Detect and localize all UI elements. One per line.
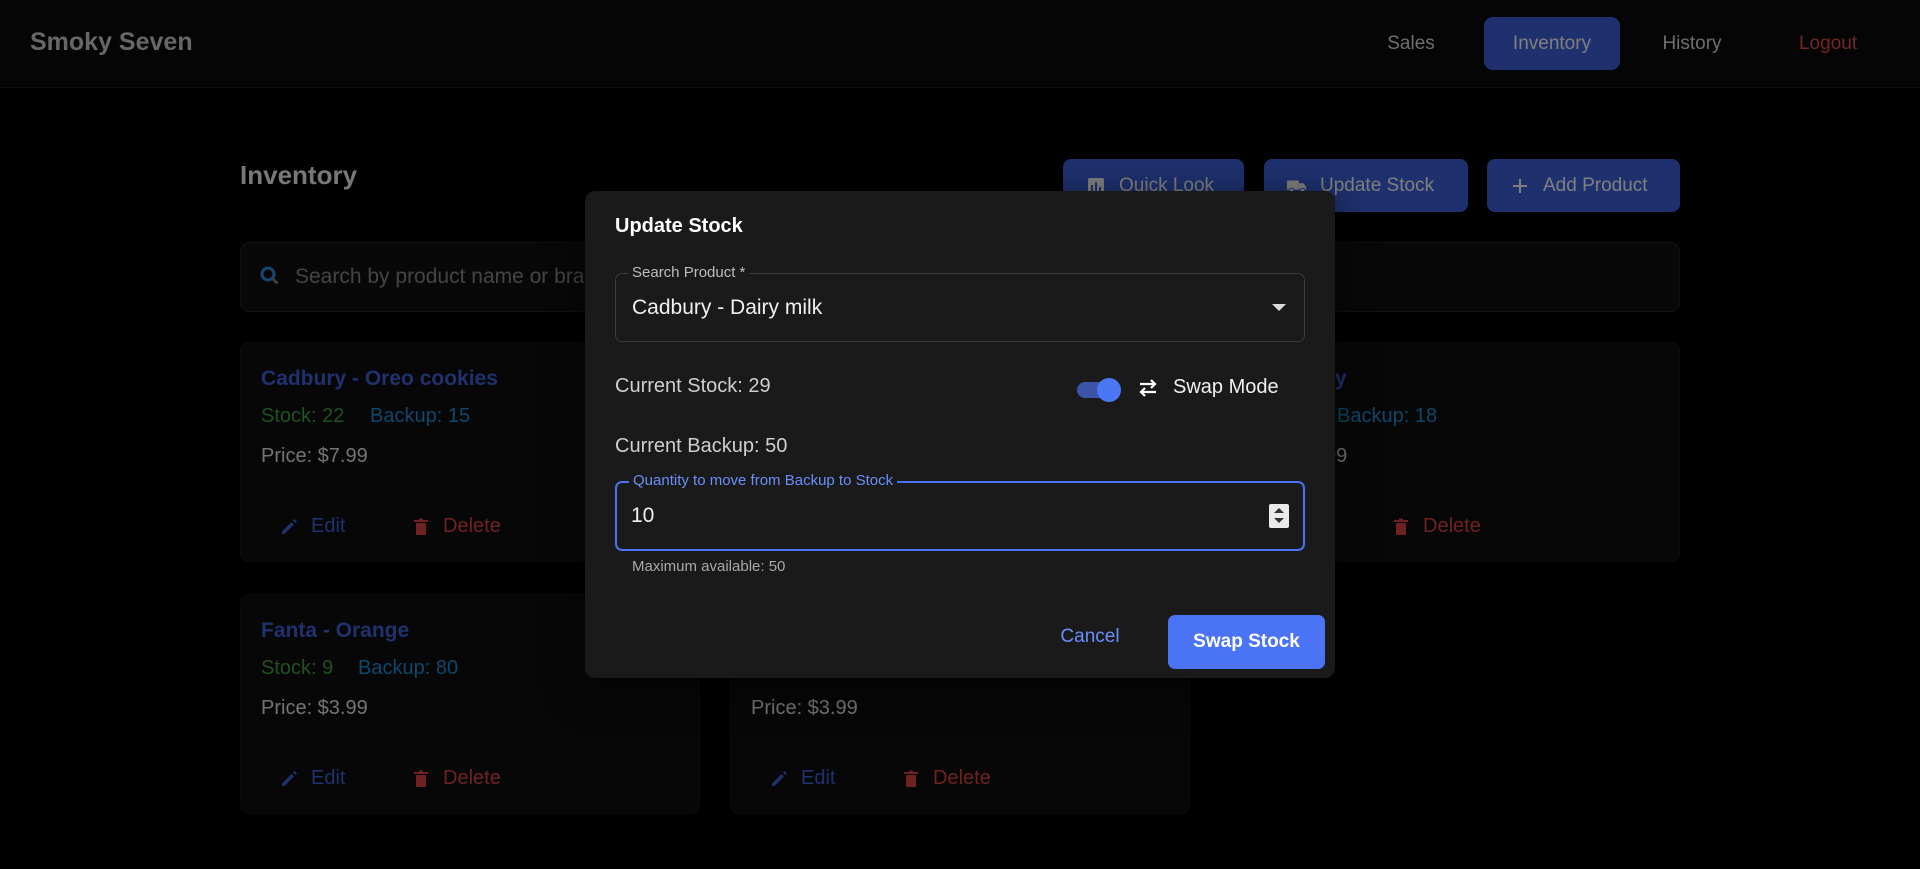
swap-stock-button[interactable]: Swap Stock [1168, 615, 1325, 669]
quantity-field[interactable]: Quantity to move from Backup to Stock 10 [615, 472, 1305, 551]
dialog-title: Update Stock [615, 215, 743, 237]
current-backup: Current Backup: 50 [615, 435, 788, 457]
chevron-down-icon[interactable] [1272, 304, 1286, 311]
product-select[interactable]: Search Product * Cadbury - Dairy milk [615, 264, 1305, 342]
toggle-thumb [1097, 378, 1121, 402]
stepper-up-icon[interactable] [1274, 508, 1284, 513]
update-stock-dialog: Update Stock Search Product * Cadbury - … [585, 191, 1335, 678]
quantity-input[interactable]: 10 [631, 504, 654, 528]
quantity-helper-text: Maximum available: 50 [632, 558, 786, 575]
product-select-label: Search Product * [628, 264, 750, 281]
product-select-value: Cadbury - Dairy milk [632, 296, 823, 319]
cancel-button[interactable]: Cancel [1042, 615, 1138, 659]
stepper-down-icon[interactable] [1274, 518, 1284, 523]
swap-mode-toggle[interactable] [1075, 376, 1121, 402]
current-stock: Current Stock: 29 [615, 375, 771, 397]
quantity-stepper[interactable] [1269, 504, 1289, 528]
swap-arrows-icon [1135, 375, 1161, 401]
quantity-label: Quantity to move from Backup to Stock [629, 472, 898, 489]
swap-mode-label: Swap Mode [1173, 376, 1279, 398]
